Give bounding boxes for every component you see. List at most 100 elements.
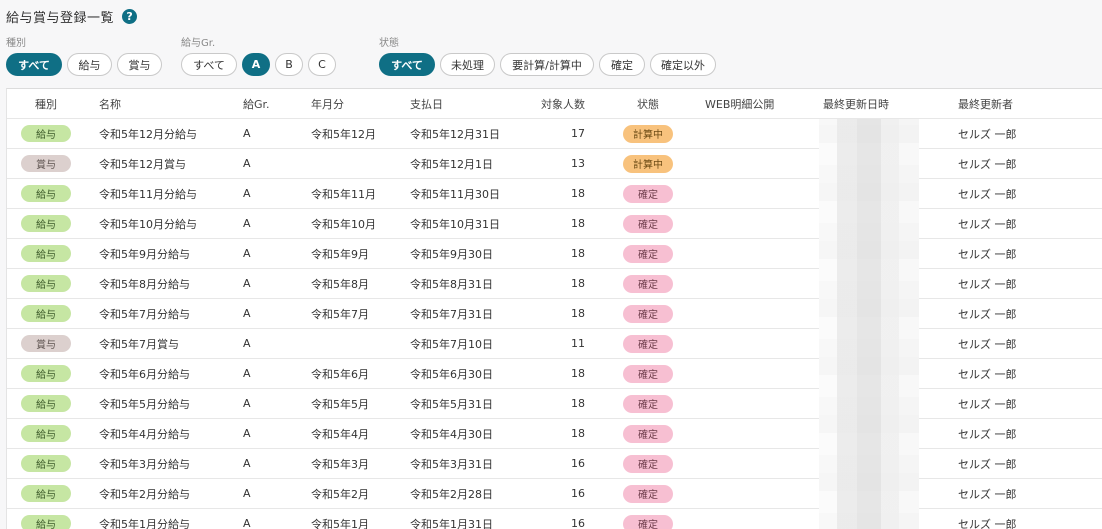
name-cell[interactable]: 令和5年10月分給与 xyxy=(99,209,197,238)
user-cell: セルズ 一郎 xyxy=(958,329,1017,358)
group-filter: 給与Gr. すべて A B C xyxy=(181,38,336,76)
column-header-web[interactable]: WEB明細公開 xyxy=(705,89,774,118)
page-header: 給与賞与登録一覧 ? xyxy=(6,6,137,26)
table-row[interactable]: 給与令和5年9月分給与A令和5年9月令和5年9月30日18確定セルズ 一郎 xyxy=(7,239,1102,269)
type-badge: 給与 xyxy=(21,245,71,262)
type-cell: 給与 xyxy=(21,179,71,208)
count-cell: 18 xyxy=(527,239,585,268)
table-row[interactable]: 賞与令和5年7月賞与A令和5年7月10日11確定セルズ 一郎 xyxy=(7,329,1102,359)
type-badge: 給与 xyxy=(21,425,71,442)
user-cell: セルズ 一郎 xyxy=(958,119,1017,148)
help-icon[interactable]: ? xyxy=(122,9,137,24)
status-filter-calculating[interactable]: 要計算/計算中 xyxy=(500,53,594,76)
type-filter-bonus[interactable]: 賞与 xyxy=(117,53,162,76)
column-header-name[interactable]: 名称 xyxy=(99,89,121,118)
type-badge: 給与 xyxy=(21,215,71,232)
name-cell[interactable]: 令和5年1月分給与 xyxy=(99,509,190,529)
user-cell: セルズ 一郎 xyxy=(958,389,1017,418)
table-row[interactable]: 給与令和5年11月分給与A令和5年11月令和5年11月30日18確定セルズ 一郎 xyxy=(7,179,1102,209)
type-cell: 給与 xyxy=(21,119,71,148)
status-filter-all[interactable]: すべて xyxy=(379,53,435,76)
user-cell: セルズ 一郎 xyxy=(958,239,1017,268)
name-cell[interactable]: 令和5年4月分給与 xyxy=(99,419,190,448)
type-cell: 給与 xyxy=(21,389,71,418)
page-title: 給与賞与登録一覧 xyxy=(6,7,114,26)
group-cell: A xyxy=(243,299,251,328)
status-badge: 計算中 xyxy=(623,125,673,143)
table-row[interactable]: 給与令和5年7月分給与A令和5年7月令和5年7月31日18確定セルズ 一郎 xyxy=(7,299,1102,329)
group-filter-all[interactable]: すべて xyxy=(181,53,237,76)
name-cell[interactable]: 令和5年6月分給与 xyxy=(99,359,190,388)
status-filter-not-fixed[interactable]: 確定以外 xyxy=(650,53,716,76)
table-row[interactable]: 給与令和5年2月分給与A令和5年2月令和5年2月28日16確定セルズ 一郎 xyxy=(7,479,1102,509)
name-cell[interactable]: 令和5年7月分給与 xyxy=(99,299,190,328)
name-cell[interactable]: 令和5年9月分給与 xyxy=(99,239,190,268)
month-cell: 令和5年8月 xyxy=(311,269,369,298)
status-filter-fixed[interactable]: 確定 xyxy=(599,53,645,76)
name-cell[interactable]: 令和5年7月賞与 xyxy=(99,329,179,358)
column-header-updated[interactable]: 最終更新日時 xyxy=(823,89,889,118)
status-cell: 確定 xyxy=(618,299,678,328)
group-cell: A xyxy=(243,179,251,208)
count-cell: 16 xyxy=(527,479,585,508)
table-row[interactable]: 給与令和5年6月分給与A令和5年6月令和5年6月30日18確定セルズ 一郎 xyxy=(7,359,1102,389)
count-cell: 17 xyxy=(527,119,585,148)
name-cell[interactable]: 令和5年12月賞与 xyxy=(99,149,186,178)
group-cell: A xyxy=(243,329,251,358)
type-filter-all[interactable]: すべて xyxy=(6,53,62,76)
table-row[interactable]: 給与令和5年12月分給与A令和5年12月令和5年12月31日17計算中セルズ 一… xyxy=(7,119,1102,149)
month-cell: 令和5年12月 xyxy=(311,119,376,148)
column-header-status[interactable]: 状態 xyxy=(618,89,678,118)
name-cell[interactable]: 令和5年3月分給与 xyxy=(99,449,190,478)
status-badge: 計算中 xyxy=(623,155,673,173)
name-cell[interactable]: 令和5年8月分給与 xyxy=(99,269,190,298)
type-cell: 給与 xyxy=(21,299,71,328)
table-row[interactable]: 給与令和5年8月分給与A令和5年8月令和5年8月31日18確定セルズ 一郎 xyxy=(7,269,1102,299)
group-filter-c[interactable]: C xyxy=(308,53,336,76)
status-cell: 確定 xyxy=(618,359,678,388)
pay-date-cell: 令和5年7月10日 xyxy=(410,329,493,358)
status-filter-label: 状態 xyxy=(379,38,716,50)
user-cell: セルズ 一郎 xyxy=(958,149,1017,178)
table-row[interactable]: 給与令和5年1月分給与A令和5年1月令和5年1月31日16確定セルズ 一郎 xyxy=(7,509,1102,529)
name-cell[interactable]: 令和5年2月分給与 xyxy=(99,479,190,508)
user-cell: セルズ 一郎 xyxy=(958,299,1017,328)
type-cell: 給与 xyxy=(21,209,71,238)
name-cell[interactable]: 令和5年5月分給与 xyxy=(99,389,190,418)
status-filter-unprocessed[interactable]: 未処理 xyxy=(440,53,495,76)
month-cell: 令和5年11月 xyxy=(311,179,376,208)
status-badge: 確定 xyxy=(623,365,673,383)
type-cell: 給与 xyxy=(21,269,71,298)
pay-date-cell: 令和5年12月31日 xyxy=(410,119,500,148)
group-filter-b[interactable]: B xyxy=(275,53,303,76)
column-header-user[interactable]: 最終更新者 xyxy=(958,89,1013,118)
column-header-month[interactable]: 年月分 xyxy=(311,89,344,118)
status-badge: 確定 xyxy=(623,425,673,443)
table-row[interactable]: 賞与令和5年12月賞与A令和5年12月1日13計算中セルズ 一郎 xyxy=(7,149,1102,179)
group-cell: A xyxy=(243,209,251,238)
type-badge: 給与 xyxy=(21,275,71,292)
type-filter-salary[interactable]: 給与 xyxy=(67,53,112,76)
user-cell: セルズ 一郎 xyxy=(958,179,1017,208)
type-cell: 賞与 xyxy=(21,149,71,178)
name-cell[interactable]: 令和5年12月分給与 xyxy=(99,119,197,148)
column-header-group[interactable]: 給Gr. xyxy=(243,89,270,118)
type-cell: 賞与 xyxy=(21,329,71,358)
group-filter-a[interactable]: A xyxy=(242,53,270,76)
user-cell: セルズ 一郎 xyxy=(958,479,1017,508)
table-row[interactable]: 給与令和5年10月分給与A令和5年10月令和5年10月31日18確定セルズ 一郎 xyxy=(7,209,1102,239)
table-row[interactable]: 給与令和5年3月分給与A令和5年3月令和5年3月31日16確定セルズ 一郎 xyxy=(7,449,1102,479)
status-badge: 確定 xyxy=(623,275,673,293)
month-cell: 令和5年10月 xyxy=(311,209,376,238)
table-row[interactable]: 給与令和5年4月分給与A令和5年4月令和5年4月30日18確定セルズ 一郎 xyxy=(7,419,1102,449)
pay-date-cell: 令和5年3月31日 xyxy=(410,449,493,478)
table-row[interactable]: 給与令和5年5月分給与A令和5年5月令和5年5月31日18確定セルズ 一郎 xyxy=(7,389,1102,419)
column-header-count[interactable]: 対象人数 xyxy=(527,89,585,118)
pay-date-cell: 令和5年9月30日 xyxy=(410,239,493,268)
month-cell: 令和5年5月 xyxy=(311,389,369,418)
name-cell[interactable]: 令和5年11月分給与 xyxy=(99,179,197,208)
type-badge: 賞与 xyxy=(21,155,71,172)
column-header-pay-date[interactable]: 支払日 xyxy=(410,89,443,118)
type-badge: 給与 xyxy=(21,185,71,202)
column-header-type[interactable]: 種別 xyxy=(21,89,71,118)
